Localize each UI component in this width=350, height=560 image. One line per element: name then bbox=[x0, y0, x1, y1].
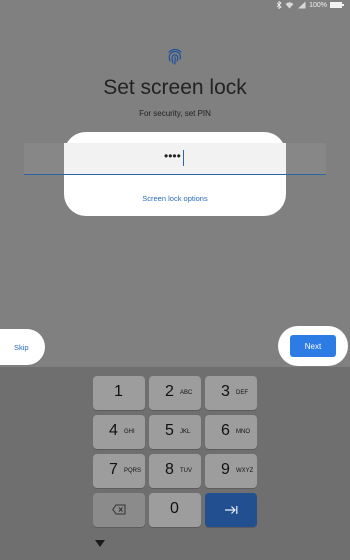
enter-icon bbox=[225, 506, 238, 514]
pin-masked-value: •••• bbox=[164, 149, 181, 163]
battery-percent: 100% bbox=[309, 1, 327, 9]
key-digit: 0 bbox=[170, 500, 179, 517]
key-1[interactable]: 1 bbox=[93, 376, 145, 410]
key-digit: 2 bbox=[165, 383, 174, 400]
backspace-icon bbox=[112, 504, 126, 515]
key-digit: 5 bbox=[165, 422, 174, 439]
screen-lock-options-link[interactable]: Screen lock options bbox=[64, 194, 286, 203]
navigation-bar bbox=[0, 532, 350, 560]
key-digit: 9 bbox=[221, 461, 230, 478]
skip-highlight: Skip bbox=[0, 329, 45, 365]
page-subtitle: For security, set PIN bbox=[139, 109, 211, 118]
status-icons: 100% bbox=[276, 1, 344, 9]
key-2[interactable]: 2 ABC bbox=[149, 376, 201, 410]
backspace-key[interactable] bbox=[93, 493, 145, 527]
key-letters: TUV bbox=[180, 468, 192, 474]
wifi-icon bbox=[285, 2, 294, 9]
key-9[interactable]: 9 WXYZ bbox=[205, 454, 257, 488]
bluetooth-icon bbox=[276, 1, 282, 9]
key-letters: PQRS bbox=[124, 468, 142, 474]
text-cursor bbox=[183, 150, 184, 166]
key-4[interactable]: 4 GHI bbox=[93, 415, 145, 449]
key-letters: JKL bbox=[180, 429, 191, 435]
hide-keyboard-icon[interactable] bbox=[95, 540, 105, 547]
key-digit: 3 bbox=[221, 383, 230, 400]
next-button[interactable]: Next bbox=[290, 335, 336, 357]
key-5[interactable]: 5 JKL bbox=[149, 415, 201, 449]
key-letters: DEF bbox=[236, 390, 248, 396]
signal-icon bbox=[298, 1, 306, 9]
key-6[interactable]: 6 MNO bbox=[205, 415, 257, 449]
key-letters: GHI bbox=[124, 429, 135, 435]
pin-highlight-card: •••• Screen lock options bbox=[64, 132, 286, 216]
skip-button[interactable]: Skip bbox=[14, 343, 29, 352]
key-0[interactable]: 0 bbox=[149, 493, 201, 527]
status-bar: 100% bbox=[0, 0, 350, 14]
key-letters: WXYZ bbox=[236, 468, 254, 474]
key-digit: 7 bbox=[109, 461, 118, 478]
enter-key[interactable] bbox=[205, 493, 257, 527]
page-title: Set screen lock bbox=[103, 76, 247, 99]
battery-level bbox=[331, 3, 341, 7]
key-7[interactable]: 7 PQRS bbox=[93, 454, 145, 488]
pin-input-underline bbox=[64, 174, 286, 175]
key-digit: 8 bbox=[165, 461, 174, 478]
next-highlight: Next bbox=[278, 326, 348, 366]
key-letters: ABC bbox=[180, 390, 193, 396]
key-digit: 1 bbox=[114, 383, 123, 400]
battery-icon bbox=[330, 2, 344, 8]
key-digit: 4 bbox=[109, 422, 118, 439]
key-digit: 6 bbox=[221, 422, 230, 439]
key-letters: MNO bbox=[236, 429, 250, 435]
fingerprint-icon bbox=[168, 48, 182, 65]
key-3[interactable]: 3 DEF bbox=[205, 376, 257, 410]
key-8[interactable]: 8 TUV bbox=[149, 454, 201, 488]
